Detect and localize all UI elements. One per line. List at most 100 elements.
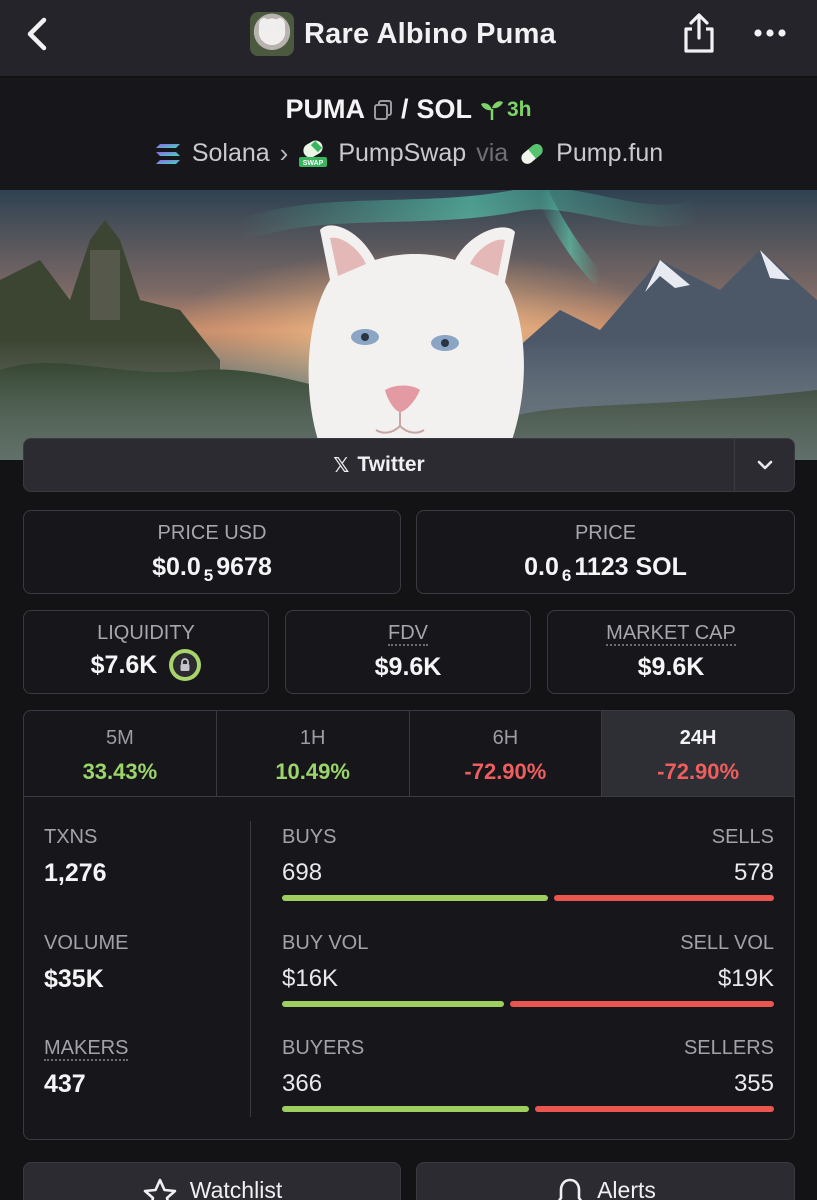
- liquidity-value-row: $7.6K: [24, 649, 268, 681]
- price-sol-zero-count: 6: [561, 565, 572, 585]
- twitter-button[interactable]: 𝕏 Twitter: [24, 439, 734, 491]
- buyers-bar: [282, 1106, 529, 1112]
- fdv-label[interactable]: FDV: [388, 622, 428, 646]
- chevron-down-icon: [757, 460, 773, 470]
- bell-icon: [557, 1178, 583, 1200]
- buyers-label: BUYERS: [282, 1037, 365, 1059]
- sells-bar: [554, 895, 774, 901]
- price-sol-prefix: 0.0: [524, 553, 559, 581]
- trading-stats-panel: 5M 33.43% 1H 10.49% 6H -72.90% 24H -72.9…: [23, 710, 795, 1140]
- tab-label: 24H: [679, 727, 717, 749]
- price-sol-label: PRICE: [574, 522, 637, 544]
- more-dots-icon: [754, 29, 786, 37]
- pair-separator: /: [400, 94, 409, 124]
- age-value: 3h: [507, 97, 532, 121]
- via-label: via: [476, 139, 509, 167]
- volume-label: VOLUME: [44, 932, 129, 954]
- watchlist-label: Watchlist: [189, 1177, 283, 1200]
- buys-label: BUYS: [282, 826, 337, 848]
- pumpswap-icon: SWAP: [299, 140, 328, 167]
- txns-label: TXNS: [44, 826, 98, 848]
- sprout-icon: [481, 100, 503, 120]
- buy-vol-bar: [282, 1001, 504, 1007]
- buys-value: 698: [282, 859, 323, 886]
- price-usd-digits: 9678: [216, 553, 272, 581]
- pair-name: PUMA / SOL 3h: [0, 94, 817, 125]
- makers-label[interactable]: MAKERS: [44, 1037, 129, 1061]
- tab-change: 10.49%: [275, 759, 350, 784]
- launchpad-link[interactable]: Pump.fun: [556, 139, 663, 168]
- fdv-card: FDV $9.6K: [285, 610, 531, 694]
- sellers-label: SELLERS: [683, 1037, 774, 1059]
- market-cap-card: MARKET CAP $9.6K: [547, 610, 795, 694]
- txns-value: 1,276: [44, 859, 107, 887]
- alerts-label: Alerts: [597, 1177, 656, 1200]
- sell-vol-label: SELL VOL: [680, 932, 774, 954]
- price-usd-value: $0.0 5 9678: [24, 553, 400, 585]
- copy-icon[interactable]: [373, 99, 393, 121]
- solana-icon: [155, 143, 180, 164]
- liquidity-card: LIQUIDITY $7.6K: [23, 610, 269, 694]
- more-button[interactable]: [752, 20, 788, 46]
- token-title: Rare Albino Puma: [250, 11, 556, 57]
- tab-label: 6H: [492, 727, 519, 749]
- chevron-right-icon: ›: [279, 138, 289, 168]
- tab-label: 1H: [299, 727, 326, 749]
- period-tabs: 5M 33.43% 1H 10.49% 6H -72.90% 24H -72.9…: [24, 711, 794, 797]
- liquidity-value: $7.6K: [90, 650, 158, 679]
- price-sol-card: PRICE 0.0 6 1123 SOL: [416, 510, 795, 594]
- tab-1h[interactable]: 1H 10.49%: [217, 711, 410, 796]
- market-cap-label[interactable]: MARKET CAP: [606, 622, 736, 646]
- tab-6h[interactable]: 6H -72.90%: [410, 711, 603, 796]
- price-usd-zero-count: 5: [203, 565, 214, 585]
- price-sol-value: 0.0 6 1123 SOL: [417, 553, 794, 585]
- market-cap-value: $9.6K: [637, 653, 705, 681]
- share-button[interactable]: [682, 12, 716, 54]
- lock-icon: [180, 658, 190, 671]
- social-dropdown-button[interactable]: [735, 439, 795, 491]
- price-usd-label: PRICE USD: [157, 522, 267, 544]
- sells-value: 578: [733, 859, 774, 886]
- base-symbol: PUMA: [285, 94, 365, 124]
- sellers-value: 355: [733, 1070, 774, 1097]
- page-title: Rare Albino Puma: [304, 17, 556, 50]
- tab-change: -72.90%: [464, 759, 547, 784]
- pair-age: 3h: [480, 98, 532, 122]
- liquidity-label: LIQUIDITY: [97, 622, 195, 644]
- twitter-label: Twitter: [357, 453, 425, 476]
- chain-breadcrumb: Solana › SWAP PumpSwap via Pump.fun: [0, 138, 817, 169]
- column-divider: [250, 821, 251, 1117]
- token-banner: [0, 190, 817, 460]
- price-sol-digits: 1123 SOL: [574, 553, 687, 581]
- pill-icon: [521, 143, 543, 164]
- pair-header: PUMA / SOL 3h Solana › SWAP PumpSwap via…: [0, 78, 817, 190]
- chevron-left-icon: [27, 17, 47, 51]
- buys-bar: [282, 895, 548, 901]
- token-avatar: [250, 12, 294, 56]
- quote-symbol: SOL: [416, 94, 472, 124]
- price-usd-prefix: $0.0: [152, 553, 201, 581]
- x-logo-icon: 𝕏: [333, 454, 350, 477]
- banner-artwork: [0, 190, 817, 460]
- star-icon: [143, 1178, 177, 1200]
- top-bar: Rare Albino Puma: [0, 0, 817, 77]
- chain-link[interactable]: Solana: [192, 139, 270, 168]
- buyers-value: 366: [282, 1070, 323, 1097]
- tab-change: -72.90%: [657, 759, 740, 784]
- sellers-bar: [535, 1106, 774, 1112]
- dex-link[interactable]: PumpSwap: [338, 139, 466, 168]
- swap-badge-text: SWAP: [303, 160, 324, 167]
- sell-vol-bar: [510, 1001, 774, 1007]
- social-links-bar: 𝕏 Twitter: [23, 438, 795, 492]
- makers-value: 437: [44, 1070, 86, 1098]
- liquidity-lock-badge[interactable]: [169, 649, 202, 681]
- tab-5m[interactable]: 5M 33.43%: [24, 711, 217, 796]
- tab-change: 33.43%: [82, 759, 158, 784]
- watchlist-button[interactable]: Watchlist: [23, 1162, 401, 1200]
- buy-vol-value: $16K: [282, 965, 339, 992]
- tab-24h[interactable]: 24H -72.90%: [602, 711, 794, 796]
- sells-label: SELLS: [711, 826, 774, 848]
- alerts-button[interactable]: Alerts: [416, 1162, 795, 1200]
- volume-value: $35K: [44, 965, 104, 993]
- back-button[interactable]: [22, 14, 54, 54]
